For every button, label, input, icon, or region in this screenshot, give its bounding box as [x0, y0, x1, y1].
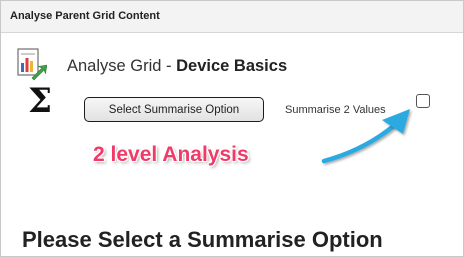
select-summarise-option-button[interactable]: Select Summarise Option [84, 97, 264, 122]
summarise-two-values-label: Summarise 2 Values [285, 104, 386, 116]
summarise-prompt-text: Please Select a Summarise Option [22, 227, 383, 252]
grid-name: Device Basics [176, 57, 288, 75]
dialog-title: Analyse Parent Grid Content [10, 10, 160, 22]
grid-chart-icon [17, 48, 47, 81]
analyse-dialog: Analyse Parent Grid Content [0, 0, 464, 257]
page-heading: Analyse Grid - Device Basics [67, 57, 287, 76]
summarise-sigma-icon[interactable]: Σ [28, 84, 52, 118]
heading-prefix: Analyse Grid - [67, 57, 177, 75]
summarise-two-values-checkbox[interactable] [416, 94, 430, 108]
annotation-label: 2 level Analysis [93, 143, 249, 166]
dialog-titlebar: Analyse Parent Grid Content [1, 1, 463, 33]
